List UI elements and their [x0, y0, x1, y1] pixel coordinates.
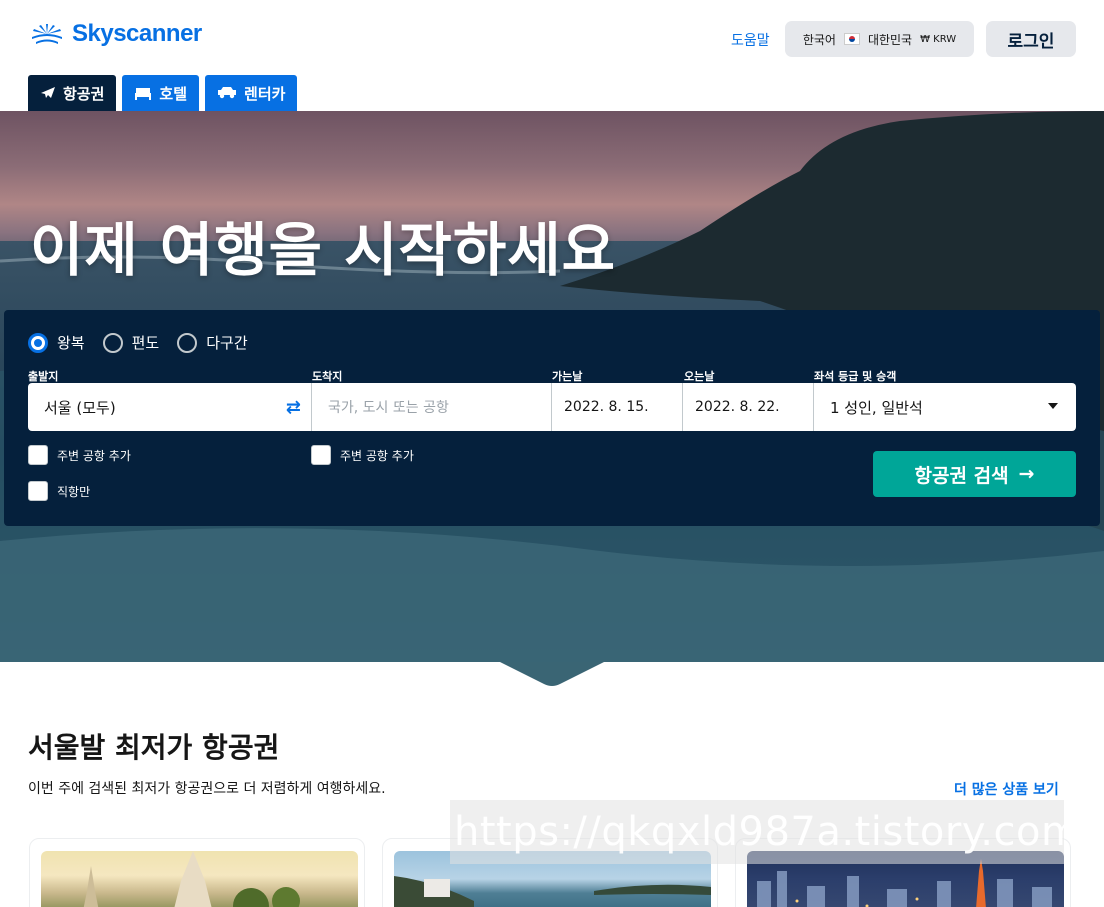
- deals-subtitle: 이번 주에 검색된 최저가 항공권으로 더 저렴하게 여행하세요.: [28, 781, 386, 797]
- tab-car-hire[interactable]: 렌터카: [205, 75, 298, 111]
- skyscanner-logo[interactable]: Skyscanner: [28, 20, 202, 48]
- destination-label: 도착지: [312, 370, 343, 383]
- language-label: 한국어: [802, 32, 836, 47]
- watermark-overlay: https://qkqxld987a.tistory.com: [450, 800, 1080, 864]
- checkbox-icon: [311, 445, 331, 465]
- cabin-value: 1 성인, 일반석: [830, 398, 923, 417]
- trip-type-selector: 왕복 편도 다구간: [28, 332, 248, 353]
- radio-label: 다구간: [206, 334, 248, 352]
- destination-input[interactable]: 국가, 도시 또는 공항: [312, 383, 552, 431]
- logo-text: Skyscanner: [72, 20, 202, 47]
- origin-input[interactable]: 서울 (모두) ⇄: [28, 383, 312, 431]
- tab-label: 호텔: [159, 84, 188, 103]
- tab-flights[interactable]: 항공권: [28, 75, 117, 111]
- checkbox-label: 주변 공항 추가: [340, 448, 414, 463]
- tab-label: 항공권: [63, 84, 105, 103]
- checkbox-icon: [28, 481, 48, 501]
- return-date-input[interactable]: 2022. 8. 22.: [683, 383, 814, 431]
- car-icon: [218, 87, 237, 99]
- destination-placeholder: 국가, 도시 또는 공항: [328, 400, 449, 416]
- nearby-destination-checkbox[interactable]: 주변 공항 추가: [311, 445, 414, 465]
- depart-date-input[interactable]: 2022. 8. 15.: [552, 383, 683, 431]
- return-label: 오는날: [684, 370, 715, 383]
- product-tabs: 항공권 호텔 렌터카: [28, 75, 298, 111]
- bangkok-temple-image: [41, 851, 358, 907]
- radio-selected-icon: [28, 332, 48, 353]
- caret-down-icon: [1048, 403, 1058, 409]
- korea-flag-icon: [843, 33, 860, 45]
- site-header: Skyscanner 도움말 한국어 대한민국 ₩ KRW 로그인 항공권 호텔…: [0, 0, 1104, 111]
- radio-empty-icon: [102, 332, 123, 353]
- radio-round-trip[interactable]: 왕복: [28, 332, 85, 353]
- depart-value: 2022. 8. 15.: [564, 399, 649, 415]
- radio-multi-city[interactable]: 다구간: [177, 332, 248, 353]
- nearby-origin-checkbox[interactable]: 주변 공항 추가: [28, 445, 131, 465]
- swap-icon[interactable]: ⇄: [286, 397, 301, 418]
- see-more-link[interactable]: 더 많은 상품 보기: [954, 779, 1059, 799]
- deals-title: 서울발 최저가 항공권: [28, 731, 280, 764]
- flight-search-panel: 왕복 편도 다구간 출발지 도착지 가는날 오는날 좌석 등급 및 승객 서울 …: [4, 310, 1100, 526]
- radio-label: 편도: [131, 334, 160, 352]
- tab-hotels[interactable]: 호텔: [122, 75, 200, 111]
- help-link[interactable]: 도움말: [731, 30, 770, 50]
- return-value: 2022. 8. 22.: [695, 399, 780, 415]
- cabin-travellers-select[interactable]: 1 성인, 일반석: [814, 383, 1076, 431]
- hero-notch: [500, 662, 604, 686]
- deal-card[interactable]: [29, 838, 365, 907]
- origin-label: 출발지: [28, 370, 59, 383]
- search-button-label: 항공권 검색: [914, 464, 1009, 487]
- depart-label: 가는날: [552, 370, 583, 383]
- radio-label: 왕복: [57, 334, 85, 352]
- search-flights-button[interactable]: 항공권 검색 →: [873, 451, 1076, 497]
- login-button[interactable]: 로그인: [986, 21, 1076, 57]
- checkbox-icon: [28, 445, 48, 465]
- direct-only-checkbox[interactable]: 직항만: [28, 481, 90, 501]
- currency-label: ₩ KRW: [920, 33, 957, 45]
- tab-label: 렌터카: [244, 84, 286, 103]
- locale-selector-button[interactable]: 한국어 대한민국 ₩ KRW: [785, 21, 974, 57]
- search-fields: 서울 (모두) ⇄ 국가, 도시 또는 공항 2022. 8. 15. 2022…: [28, 383, 1076, 431]
- plane-icon: [41, 87, 55, 98]
- checkbox-label: 직항만: [57, 484, 91, 499]
- radio-one-way[interactable]: 편도: [102, 332, 160, 353]
- arrow-right-icon: →: [1018, 463, 1035, 485]
- checkbox-label: 주변 공항 추가: [57, 448, 131, 463]
- origin-value: 서울 (모두): [44, 398, 116, 417]
- region-label: 대한민국: [867, 32, 913, 47]
- hero-title: 이제 여행을 시작하세요: [30, 216, 616, 284]
- radio-empty-icon: [177, 332, 198, 353]
- bed-icon: [135, 88, 152, 100]
- sunrise-icon: [32, 24, 62, 44]
- cabin-label: 좌석 등급 및 승객: [814, 370, 897, 383]
